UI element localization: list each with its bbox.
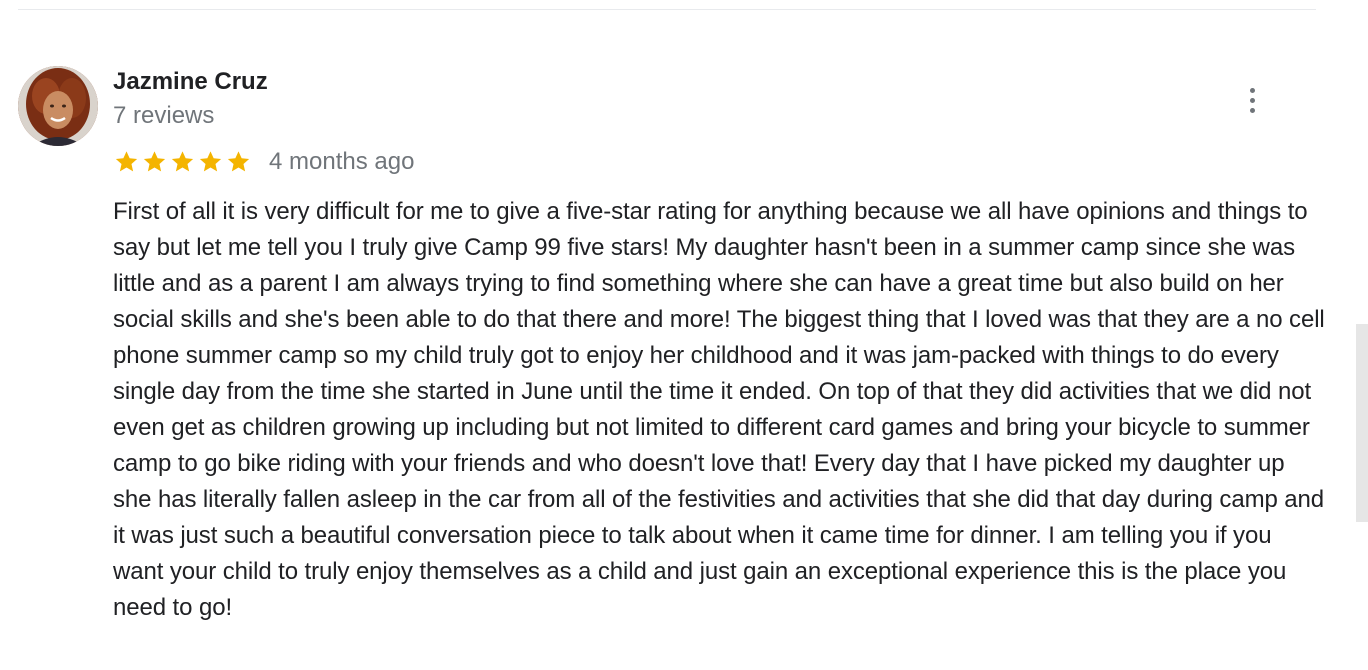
avatar-photo: [18, 66, 98, 146]
more-options-button[interactable]: [1240, 84, 1264, 116]
star-icon: [115, 151, 138, 172]
review-time: 4 months ago: [269, 148, 415, 175]
star-icon: [199, 151, 222, 172]
scrollbar-thumb[interactable]: [1356, 324, 1368, 522]
more-vert-icon: [1249, 97, 1255, 103]
star-icon: [227, 151, 250, 172]
star-icon: [143, 151, 166, 172]
review-text: First of all it is very difficult for me…: [113, 198, 1325, 621]
avatar[interactable]: [18, 66, 98, 146]
top-divider: [18, 9, 1316, 10]
more-vert-icon: [1249, 107, 1255, 113]
star-rating: [113, 149, 252, 175]
star-icon: [171, 151, 194, 172]
author-name[interactable]: Jazmine Cruz: [113, 67, 268, 97]
more-vert-icon: [1249, 87, 1255, 93]
rating-row: 4 months ago: [113, 146, 414, 178]
review-count[interactable]: 7 reviews: [113, 101, 214, 131]
